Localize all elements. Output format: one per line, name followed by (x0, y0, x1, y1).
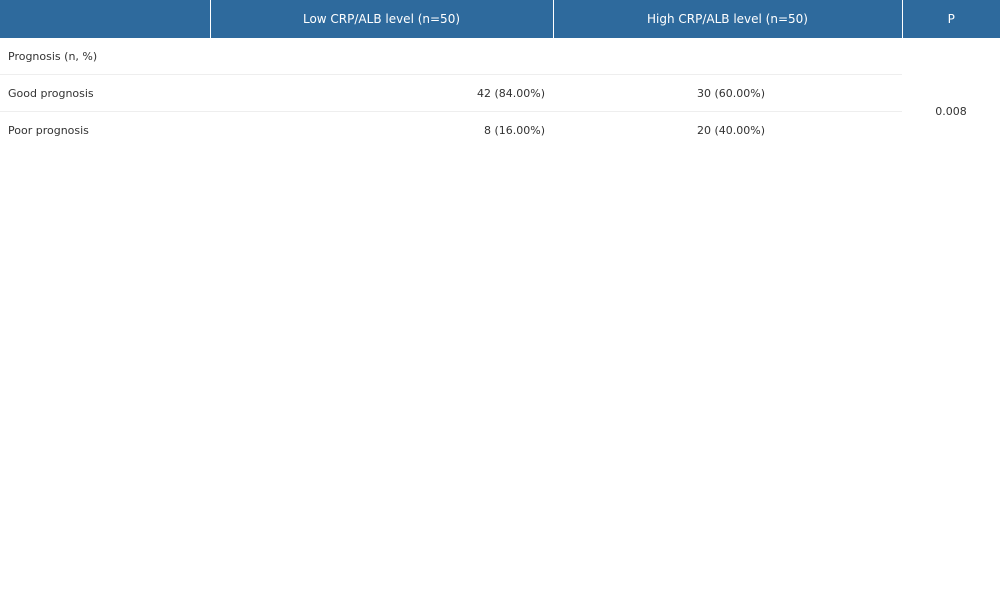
p-value: 0.008 (935, 104, 967, 118)
low-level-value: 8 (16.00%) (483, 123, 545, 137)
table-row: Good prognosis 42 (84.00%) 30 (60.00%) 0… (0, 74, 1000, 118)
section-row: Prognosis (n, %) (0, 38, 1000, 75)
high-level-value: 30 (60.00%) (553, 74, 902, 112)
low-level-value: 42 (84.00%) (210, 74, 553, 112)
high-level-value: 20 (40.00%) (697, 123, 766, 137)
table-header-row: Low CRP/ALB level (n=50) High CRP/ALB le… (0, 0, 1000, 38)
table-row: Poor prognosis 8 (16.00%) 20 (40.00%) (0, 112, 1000, 149)
header-cell-high-crp-alb: High CRP/ALB level (n=50) (553, 0, 903, 38)
header-cell-low-crp-alb: Low CRP/ALB level (n=50) (210, 0, 554, 38)
section-empty-cell (902, 38, 1000, 75)
section-label: Prognosis (n, %) (0, 38, 210, 75)
section-empty-cell (210, 38, 553, 75)
header-cell-p: P (902, 0, 1000, 38)
section-empty-cell (553, 38, 902, 75)
row-label: Poor prognosis (8, 123, 89, 137)
header-cell-blank (0, 0, 211, 38)
row-label: Good prognosis (0, 74, 210, 112)
results-table: Low CRP/ALB level (n=50) High CRP/ALB le… (0, 0, 1000, 148)
